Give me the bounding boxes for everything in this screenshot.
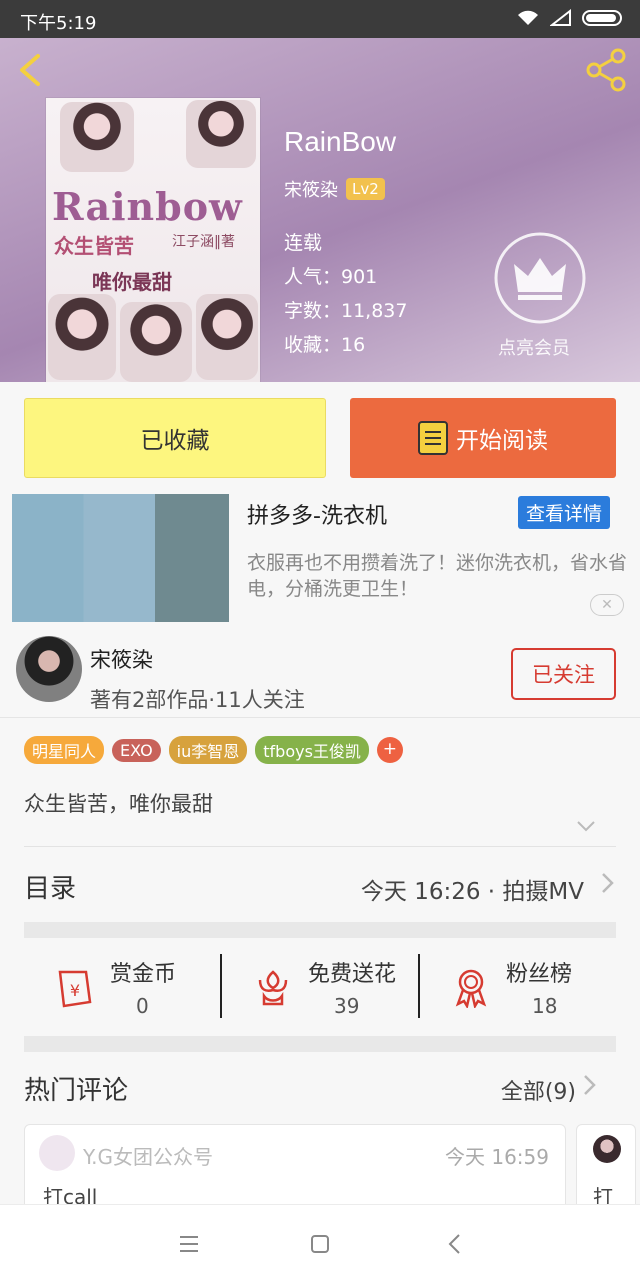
- section-divider: [24, 1036, 616, 1052]
- avatar[interactable]: [593, 1135, 621, 1163]
- comments-all-link[interactable]: 全部(9): [501, 1074, 576, 1106]
- system-nav-bar: [0, 1204, 640, 1280]
- tag[interactable]: iu李智恩: [168, 736, 248, 764]
- book-intro: 众生皆苦，唯你最甜: [24, 792, 213, 816]
- comment-card[interactable]: Y.G女团公众号 今天 16:59 打call: [24, 1124, 566, 1210]
- signal-icon: [550, 9, 571, 26]
- stats-row: ¥ 赏金币 0 免费送花 39 粉丝榜 18: [24, 948, 616, 1026]
- cover-subtitle-2: 唯你最甜: [92, 270, 172, 294]
- close-icon[interactable]: ✕: [590, 594, 624, 616]
- comment-time: 今天 16:59: [445, 1145, 549, 1169]
- section-divider: [24, 922, 616, 938]
- avatar[interactable]: [16, 636, 82, 702]
- level-badge: Lv2: [346, 178, 385, 200]
- cover-title: Rainbow: [52, 184, 243, 229]
- divider: [24, 846, 616, 847]
- cover-author: 江子涵‖著: [172, 234, 235, 250]
- tag-list: 明星同人 EXO iu李智恩 tfboys王俊凯 +: [24, 736, 403, 764]
- ad-image: [12, 494, 229, 622]
- battery-icon: [582, 10, 622, 26]
- comments-title: 热门评论: [24, 1076, 129, 1106]
- status-icons: [516, 9, 622, 27]
- comment-card[interactable]: 打: [576, 1124, 636, 1210]
- comment-user[interactable]: Y.G女团公众号: [83, 1141, 213, 1170]
- action-buttons: 已收藏 开始阅读: [24, 398, 616, 478]
- cover-photo: [60, 102, 134, 172]
- ad-title: 拼多多-洗衣机: [247, 504, 387, 529]
- wifi-icon: [518, 10, 538, 25]
- book-header: Rainbow 众生皆苦 江子涵‖著 唯你最甜 RainBow 宋筱染 Lv2 …: [0, 38, 640, 382]
- book-author[interactable]: 宋筱染: [284, 176, 338, 202]
- medal-icon: [455, 969, 487, 1008]
- menu-icon[interactable]: [174, 1229, 204, 1259]
- stat-flower[interactable]: 免费送花 39: [222, 948, 418, 1026]
- book-word-count: 字数：11,837: [284, 300, 408, 322]
- stat-label: 赏金币: [110, 962, 177, 987]
- book-meta: 连载 人气：901 字数：11,837 收藏：16: [284, 226, 407, 362]
- collected-button[interactable]: 已收藏: [24, 398, 326, 478]
- stat-fans[interactable]: 粉丝榜 18: [420, 948, 616, 1026]
- author-row: 宋筱染 Lv2: [284, 176, 407, 202]
- book-status: 连载: [284, 232, 323, 254]
- table-of-contents-row[interactable]: 目录 今天 16:26 · 拍摄MV: [24, 866, 616, 910]
- stat-value: 18: [532, 994, 558, 1018]
- author-card[interactable]: 宋筱染 著有2部作品·11人关注 已关注: [0, 630, 640, 718]
- status-bar: 下午5:19: [0, 0, 640, 38]
- status-time: 下午5:19: [20, 13, 97, 34]
- tag[interactable]: tfboys王俊凯: [255, 736, 369, 764]
- tag[interactable]: 明星同人: [24, 736, 105, 764]
- comments-header: 热门评论 全部(9): [24, 1068, 616, 1112]
- stat-label: 免费送花: [308, 962, 397, 987]
- book-cover[interactable]: Rainbow 众生皆苦 江子涵‖著 唯你最甜: [46, 98, 260, 382]
- vip-label[interactable]: 点亮会员: [498, 334, 570, 360]
- book-favorites: 收藏：16: [284, 334, 366, 356]
- toc-latest-chapter: 今天 16:26 · 拍摄MV: [360, 879, 584, 905]
- share-icon[interactable]: [584, 48, 628, 92]
- start-reading-label: 开始阅读: [456, 428, 548, 454]
- author-name: 宋筱染: [90, 648, 153, 672]
- follow-button[interactable]: 已关注: [511, 648, 616, 700]
- tag[interactable]: EXO: [112, 738, 161, 762]
- author-summary: 著有2部作品·11人关注: [90, 688, 305, 712]
- chevron-right-icon[interactable]: [582, 1070, 598, 1100]
- cover-photo: [48, 294, 116, 380]
- ad-detail-button[interactable]: 查看详情: [517, 496, 610, 529]
- book-title: RainBow: [284, 126, 397, 157]
- ad-description: 衣服再也不用攒着洗了！迷你洗衣机，省水省电，分桶洗更卫生！: [247, 552, 628, 600]
- chevron-down-icon[interactable]: [576, 820, 596, 832]
- avatar[interactable]: [39, 1135, 75, 1171]
- back-nav-icon[interactable]: [440, 1229, 470, 1259]
- stat-value: 39: [334, 994, 360, 1018]
- ad-banner[interactable]: 拼多多-洗衣机 查看详情 衣服再也不用攒着洗了！迷你洗衣机，省水省电，分桶洗更卫…: [12, 494, 628, 622]
- red-envelope-icon: ¥: [58, 970, 92, 1008]
- stat-reward[interactable]: ¥ 赏金币 0: [24, 948, 220, 1026]
- back-icon[interactable]: [14, 52, 50, 88]
- book-popularity: 人气：901: [284, 266, 378, 288]
- flower-icon: [258, 970, 288, 1006]
- cover-photo: [196, 294, 258, 380]
- start-reading-button[interactable]: 开始阅读: [350, 398, 616, 478]
- chevron-right-icon: [602, 873, 614, 893]
- stat-label: 粉丝榜: [506, 962, 573, 987]
- cover-photo: [186, 100, 256, 168]
- add-tag-button[interactable]: +: [376, 737, 403, 763]
- cover-photo: [120, 302, 192, 382]
- book-icon: [418, 421, 448, 455]
- stat-value: 0: [136, 994, 149, 1018]
- book-info: RainBow 宋筱染 Lv2 连载 人气：901 字数：11,837 收藏：1…: [284, 126, 407, 362]
- toc-title: 目录: [24, 874, 77, 904]
- home-icon[interactable]: [305, 1229, 335, 1259]
- crown-icon[interactable]: [494, 232, 586, 324]
- svg-text:¥: ¥: [70, 981, 80, 1000]
- cover-subtitle: 众生皆苦: [54, 234, 134, 258]
